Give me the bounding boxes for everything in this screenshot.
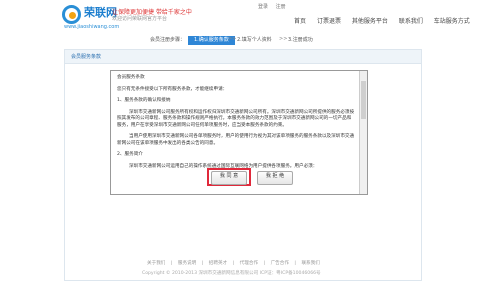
site-logo[interactable]: 荣联网 让保障更加便捷 带给千家之中 欢迎访问荣联网官方平台 www.jiaos… (62, 4, 192, 36)
login-link[interactable]: 登录 (258, 4, 268, 10)
footer: 关于我们 | 服务说明 | 招聘英才 | 代理合作 | 广告合作 | 联系我们 … (0, 260, 480, 293)
nav-home[interactable]: 首页 (294, 18, 306, 25)
register-link[interactable]: 注册 (276, 4, 286, 10)
footer-separator: | (294, 261, 296, 266)
registration-steps: 会员注册步骤： 1.确认服务条款 >> 2.填写个人资料 >> 3.注册成功 (0, 36, 480, 45)
footer-separator: | (263, 261, 266, 266)
footer-separator: | (201, 261, 204, 266)
terms-intro: 您只有无条件接受以下所有服务条款，才能继续申请： (117, 86, 228, 92)
top-bar: 荣联网 让保障更加便捷 带给千家之中 欢迎访问荣联网官方平台 www.jiaos… (0, 0, 480, 34)
step-arrow: >> (279, 36, 288, 42)
scrollbar-thumb[interactable] (361, 81, 366, 119)
footer-link-agency[interactable]: 代理合作 (240, 261, 258, 266)
footer-link-contact[interactable]: 联系我们 (301, 261, 319, 266)
footer-link-jobs[interactable]: 招聘英才 (209, 261, 227, 266)
logo-url: www.jiaoshiwang.com (64, 24, 120, 30)
nav-contact[interactable]: 联系我们 (399, 18, 423, 25)
terms-section-1-title: 1、服务条款的确认和接纳 (117, 98, 171, 103)
terms-scrollbar[interactable] (359, 71, 367, 194)
panel-title-bar: 会员服务条款 (65, 50, 421, 64)
footer-link-service[interactable]: 服务说明 (178, 261, 196, 266)
agree-button[interactable]: 我 同 意 (211, 171, 247, 185)
panel-title: 会员服务条款 (71, 54, 102, 60)
footer-links: 关于我们 | 服务说明 | 招聘英才 | 代理合作 | 广告合作 | 联系我们 (147, 260, 324, 266)
step-arrow: >> (228, 36, 237, 42)
footer-link-about[interactable]: 关于我们 (147, 261, 165, 266)
footer-separator: | (170, 261, 173, 266)
main-nav: 首页 订票退票 其他服务平台 联系我们 车站服务方式 (294, 16, 479, 25)
footer-copyright: Copyright © 2010-2013 深圳市交通新网信息有限公司 ICP证… (142, 271, 321, 276)
terms-heading: 会员服务条款 (117, 75, 145, 80)
terms-panel: 会员服务条款 会员服务条款 您只有无条件接受以下所有服务条款，才能继续申请： 1… (64, 49, 422, 281)
top-links: 登录 注册 (258, 3, 292, 10)
steps-label: 会员注册步骤： (150, 37, 186, 43)
step-2: 2.填写个人资料 (237, 37, 272, 43)
disagree-button[interactable]: 我 拒 绝 (257, 171, 293, 185)
footer-separator: | (232, 261, 235, 266)
nav-station-service[interactable]: 车站服务方式 (434, 18, 470, 25)
nav-other-platforms[interactable]: 其他服务平台 (352, 18, 388, 25)
terms-section-1-body: 深圳市交通新网公司服务所有权和运作权归深圳市交通新网公司所有。深圳市交通新网公司… (117, 109, 355, 128)
terms-content: 会员服务条款 您只有无条件接受以下所有服务条款，才能继续申请： 1、服务条款的确… (117, 75, 355, 175)
footer-link-ads[interactable]: 广告合作 (271, 261, 289, 266)
logo-subtext: 欢迎访问荣联网官方平台 (112, 16, 168, 22)
terms-section-1-body-2: 当用户使用深圳市交通新网公司各单项服务时，用户的使用行为视为其对该单项服务的服务… (117, 134, 355, 146)
terms-section-2-title: 2、服务简介 (117, 152, 143, 157)
logo-icon (62, 5, 81, 24)
nav-tickets[interactable]: 订票退票 (317, 18, 341, 25)
step-3: 3.注册成功 (288, 37, 313, 43)
